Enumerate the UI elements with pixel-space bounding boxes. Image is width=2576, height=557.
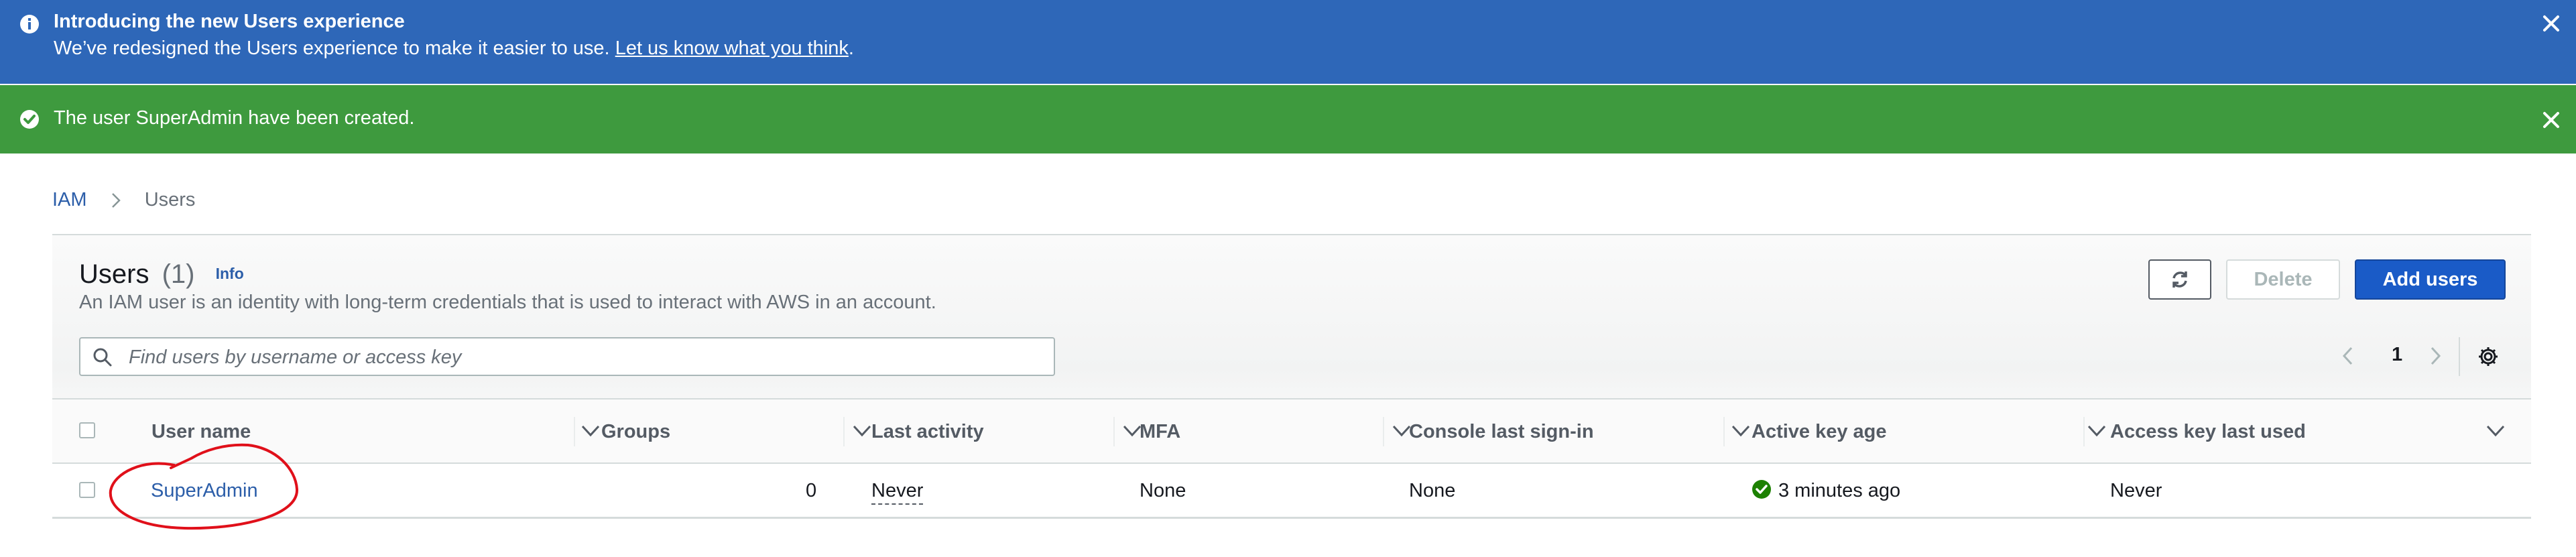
active-key-age-value: 3 minutes ago — [1778, 480, 1901, 501]
info-link[interactable]: Info — [216, 265, 244, 282]
column-mfa[interactable]: MFA — [1140, 399, 1411, 462]
column-label: Access key last used — [2110, 421, 2306, 442]
caret-down-icon[interactable] — [1731, 424, 1751, 438]
users-table-container: Users (1) Info An IAM user is an identit… — [52, 234, 2531, 519]
column-label: Console last sign-in — [1409, 421, 1594, 442]
delete-button[interactable]: Delete — [2226, 259, 2340, 300]
search-icon — [93, 348, 112, 367]
access-key-last-used-cell: Never — [2110, 480, 2162, 501]
close-icon[interactable] — [2541, 13, 2561, 34]
check-circle-icon — [20, 110, 39, 129]
caret-down-icon[interactable] — [2087, 424, 2107, 438]
column-label: Groups — [601, 421, 671, 442]
column-separator — [574, 417, 575, 446]
row-checkbox[interactable] — [79, 482, 95, 498]
users-title: Users — [79, 259, 149, 289]
info-flashbar: Introducing the new Users experience We’… — [0, 0, 2576, 84]
users-description: An IAM user is an identity with long-ter… — [79, 292, 936, 313]
column-last-activity[interactable]: Last activity — [871, 399, 1142, 462]
caret-down-icon[interactable] — [580, 424, 601, 438]
table-row: SuperAdmin 0 Never None None 3 minutes a… — [52, 464, 2531, 517]
column-user-name[interactable]: User name — [151, 399, 627, 462]
search-field[interactable] — [79, 337, 1055, 376]
column-separator — [843, 417, 845, 446]
column-separator — [1723, 417, 1725, 446]
info-flash-message: We’ve redesigned the Users experience to… — [54, 38, 854, 60]
caret-down-icon[interactable] — [2486, 424, 2506, 438]
info-flash-text: We’ve redesigned the Users experience to… — [54, 38, 615, 59]
add-users-button[interactable]: Add users — [2355, 259, 2506, 300]
column-label: Last activity — [871, 421, 984, 442]
column-separator — [1383, 417, 1384, 446]
column-groups[interactable]: Groups — [601, 399, 872, 462]
table-header: User name Groups Last activity MFA Conso… — [52, 398, 2531, 464]
search-input[interactable] — [127, 344, 1042, 371]
column-label: MFA — [1140, 421, 1181, 442]
breadcrumb: IAM Users — [52, 189, 195, 211]
column-access-key-last-used[interactable]: Access key last used — [2110, 399, 2512, 462]
info-flash-title: Introducing the new Users experience — [54, 11, 405, 32]
refresh-icon — [2172, 271, 2187, 288]
success-flash-message: The user SuperAdmin have been created. — [54, 107, 415, 129]
close-icon[interactable] — [2541, 110, 2561, 130]
console-last-sign-in-cell: None — [1409, 480, 1456, 501]
page-number[interactable]: 1 — [2392, 344, 2402, 366]
groups-cell: 0 — [806, 480, 817, 501]
mfa-cell: None — [1140, 480, 1186, 501]
breadcrumb-users: Users — [144, 189, 196, 210]
column-console-last-sign-in[interactable]: Console last sign-in — [1409, 399, 1751, 462]
last-activity-cell[interactable]: Never — [871, 480, 924, 505]
page-title: Users (1) Info — [79, 259, 244, 290]
check-circle-icon — [1752, 480, 1771, 499]
pagination-divider — [2459, 337, 2460, 376]
refresh-button[interactable] — [2148, 259, 2211, 300]
users-count: (1) — [162, 259, 195, 289]
column-separator — [1113, 417, 1115, 446]
breadcrumb-iam[interactable]: IAM — [52, 189, 87, 210]
feedback-link[interactable]: Let us know what you think — [615, 38, 849, 59]
active-key-age-cell: 3 minutes ago — [1752, 480, 1900, 502]
chevron-left-icon[interactable] — [2338, 344, 2358, 368]
column-active-key-age[interactable]: Active key age — [1752, 399, 2113, 462]
user-name-link[interactable]: SuperAdmin — [151, 480, 258, 502]
info-flash-suffix: . — [848, 38, 854, 59]
chevron-right-icon — [111, 193, 121, 208]
pagination: 1 — [2338, 343, 2472, 369]
success-flashbar: The user SuperAdmin have been created. — [0, 85, 2576, 153]
info-icon — [20, 15, 39, 34]
gear-icon[interactable] — [2477, 345, 2500, 368]
column-label: Active key age — [1752, 421, 1887, 442]
select-all-checkbox[interactable] — [79, 422, 95, 438]
caret-down-icon[interactable] — [852, 424, 872, 438]
chevron-right-icon[interactable] — [2425, 344, 2445, 368]
column-label: User name — [151, 421, 251, 442]
column-separator — [2083, 417, 2085, 446]
